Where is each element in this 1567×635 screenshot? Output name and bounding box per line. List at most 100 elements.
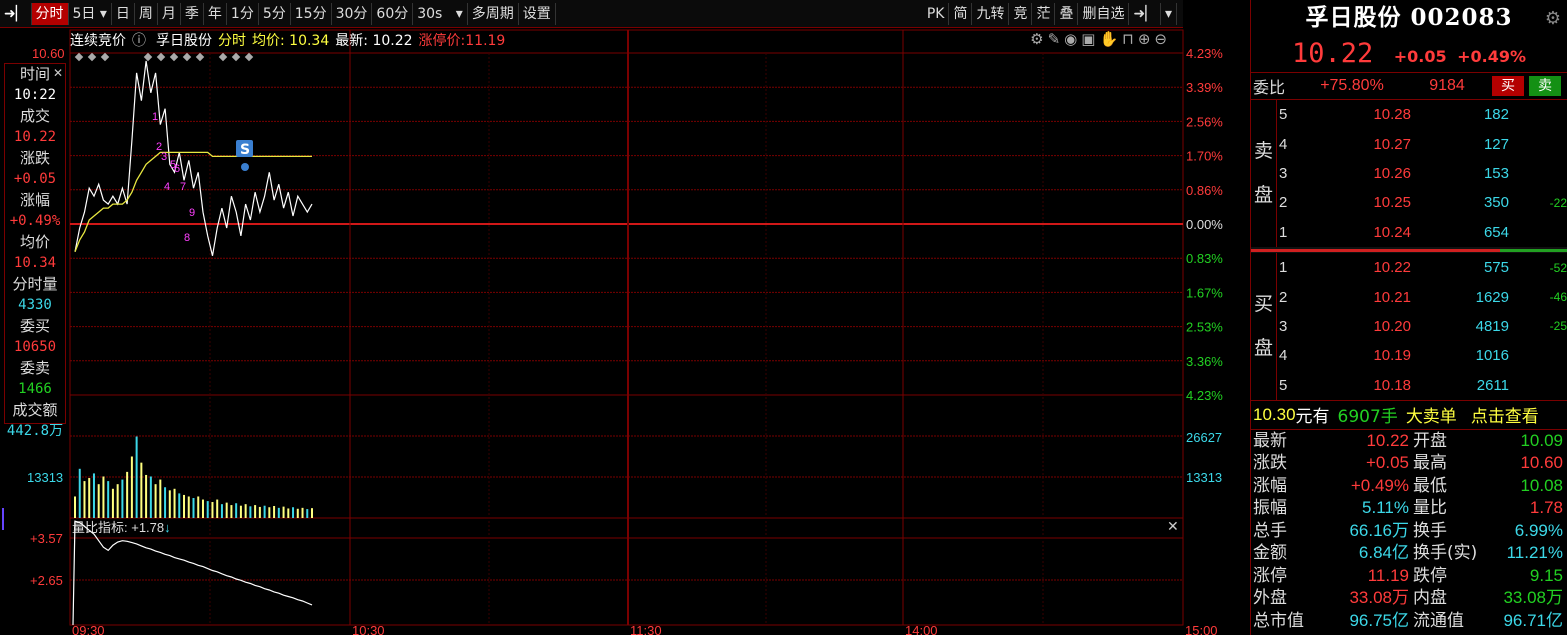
stat-label: 量比 xyxy=(1413,498,1447,519)
chart-info-bar: 连续竞价 ⓘ 孚日股份 分时 均价: 10.34 最新: 10.22 涨停价:11… xyxy=(70,30,506,49)
indicator-close-icon[interactable]: ✕ xyxy=(1167,519,1179,535)
left-panel-value: 442.8万 xyxy=(6,423,64,439)
pct-axis-label: 3.39% xyxy=(1186,80,1223,95)
volume-bar xyxy=(273,506,276,518)
stat-value: 6.84亿 xyxy=(1358,543,1409,563)
bids-price: 10.19 xyxy=(1373,347,1411,365)
left-panel-label: 委买 xyxy=(19,317,50,335)
left-panel-label: 均价 xyxy=(19,233,50,251)
left-panel-label: 涨跌 xyxy=(19,149,50,167)
bids-row[interactable]: 4 10.19 1016 xyxy=(1277,341,1567,370)
pct-axis-label: 2.56% xyxy=(1186,114,1223,129)
volume-bar xyxy=(192,498,195,518)
volume-bar xyxy=(173,488,176,518)
limit-price-label: 涨停价: xyxy=(418,33,466,49)
asks-row[interactable]: 2 10.25 350 -22 xyxy=(1277,188,1567,217)
volume-bar xyxy=(183,494,186,518)
sell-button[interactable]: 卖 xyxy=(1529,76,1561,96)
chart-frame xyxy=(69,29,1184,626)
pen-icon[interactable]: ✎ xyxy=(1048,30,1065,48)
bid-side-label: 买盘 xyxy=(1251,252,1277,400)
volume-bar xyxy=(83,481,86,518)
asks-row[interactable]: 1 10.24 654 xyxy=(1277,218,1567,247)
asks-row[interactable]: 4 10.27 127 xyxy=(1277,129,1567,158)
bids-level: 2 xyxy=(1279,288,1288,306)
left-panel-value: +0.05 xyxy=(13,171,57,187)
volume-bar xyxy=(178,493,181,518)
asks-qty: 182 xyxy=(1483,106,1509,124)
auction-diamond xyxy=(218,52,228,62)
volume-bar xyxy=(111,488,114,518)
volume-ratio-line xyxy=(72,520,313,626)
stock-title: 孚日股份 002083 xyxy=(1305,4,1513,31)
volume-bar xyxy=(211,502,214,518)
pct-axis-label: 3.36% xyxy=(1186,354,1223,369)
briefcase-icon[interactable]: ▣ xyxy=(1081,30,1099,48)
stat-value: 10.08 xyxy=(1520,475,1563,495)
big-order-row[interactable]: 10.30 元有 6907手 大卖单 点击查看 xyxy=(1251,399,1567,430)
volume-bar xyxy=(78,468,81,518)
stat-value: 33.08万 xyxy=(1349,588,1409,608)
gear-icon[interactable]: ⚙ xyxy=(1545,8,1561,29)
pct-axis-label: 0.86% xyxy=(1186,183,1223,198)
stat-value: 66.16万 xyxy=(1349,520,1409,540)
asks-row[interactable]: 5 10.28 182 xyxy=(1277,100,1567,129)
ask-side-char-1: 卖 xyxy=(1253,140,1273,163)
gear-icon[interactable]: ⚙ xyxy=(1030,30,1047,48)
bids-qty: 1629 xyxy=(1475,288,1509,306)
bids-row[interactable]: 2 10.21 1629 -46 xyxy=(1277,282,1567,311)
zoom-in-icon[interactable]: ⊕ xyxy=(1138,30,1155,48)
avg-price-label: 均价: xyxy=(252,33,285,49)
buy-button[interactable]: 买 xyxy=(1492,76,1524,96)
volume-bar xyxy=(97,484,100,518)
s-signal-label: S xyxy=(240,142,250,158)
bids-level: 5 xyxy=(1279,376,1288,394)
volume-bar xyxy=(258,506,261,518)
bids-row[interactable]: 3 10.20 4819 -25 xyxy=(1277,312,1567,341)
left-panel-value: 10:22 xyxy=(13,87,57,103)
asks-price: 10.26 xyxy=(1373,164,1411,182)
volume-bar xyxy=(102,476,105,518)
bids-row[interactable]: 5 10.18 2611 xyxy=(1277,371,1567,400)
hand-icon[interactable]: ✋ xyxy=(1099,30,1122,48)
volume-bar xyxy=(306,509,309,518)
zoom-out-icon[interactable]: ⊖ xyxy=(1154,30,1171,48)
big-order-qty: 6907手 xyxy=(1337,407,1398,428)
current-price: 10.22 xyxy=(1292,38,1374,69)
stats-row: 最新 10.22 开盘 10.09 xyxy=(1253,430,1567,453)
asks-change: -22 xyxy=(1549,195,1567,210)
quote-panel: 孚日股份 002083 ⚙ 10.22 +0.05 +0.49% 委比 +75.… xyxy=(1250,0,1567,635)
info-icon[interactable]: ⓘ xyxy=(132,30,146,49)
volume-bar xyxy=(154,484,157,518)
asks-level: 1 xyxy=(1279,223,1288,241)
asks-qty: 350 xyxy=(1483,194,1509,212)
stat-value: 6.99% xyxy=(1514,520,1563,540)
volume-bar xyxy=(126,471,129,518)
limit-price: 涨停价:11.19 xyxy=(418,30,506,49)
intraday-chart: 4.23% 3.39% 2.56% 1.70% 0.86% 0.00% 0.83% 1.67%… xyxy=(2,29,1223,635)
asks-row[interactable]: 3 10.26 153 xyxy=(1277,159,1567,188)
big-order-link[interactable]: 点击查看 xyxy=(1471,402,1539,427)
volume-bar xyxy=(130,456,133,518)
volume-bar xyxy=(140,462,143,518)
asks-level: 5 xyxy=(1279,106,1288,124)
stat-label: 开盘 xyxy=(1413,430,1447,451)
lock-icon[interactable]: ⊓ xyxy=(1122,30,1138,48)
auction-diamond xyxy=(100,52,110,62)
auction-diamond xyxy=(169,52,179,62)
stats-table: 最新 10.22 开盘 10.09 涨跌 +0.05 最高 10.60 涨幅 +0.49% 最低 10… xyxy=(1251,430,1567,633)
bids-row[interactable]: 1 10.22 575 -52 xyxy=(1277,253,1567,282)
left-panel-label: 成交 xyxy=(19,107,50,125)
stat-label: 换手 xyxy=(1413,520,1447,541)
auction-diamond xyxy=(182,52,192,62)
left-panel-value: 1466 xyxy=(18,381,52,397)
stat-value: 5.11% xyxy=(1362,498,1409,518)
signal-number: 7 xyxy=(180,181,186,193)
order-ratio-row: 委比 +75.80% 9184 买 卖 xyxy=(1251,72,1567,100)
stat-value: 96.71亿 xyxy=(1503,610,1563,630)
volume-bar xyxy=(287,508,290,518)
time-axis-label: 14:00 xyxy=(905,623,938,635)
stat-label: 外盘 xyxy=(1253,588,1287,609)
close-icon[interactable]: ✕ xyxy=(53,63,63,84)
eye-icon[interactable]: ◉ xyxy=(1064,30,1081,48)
